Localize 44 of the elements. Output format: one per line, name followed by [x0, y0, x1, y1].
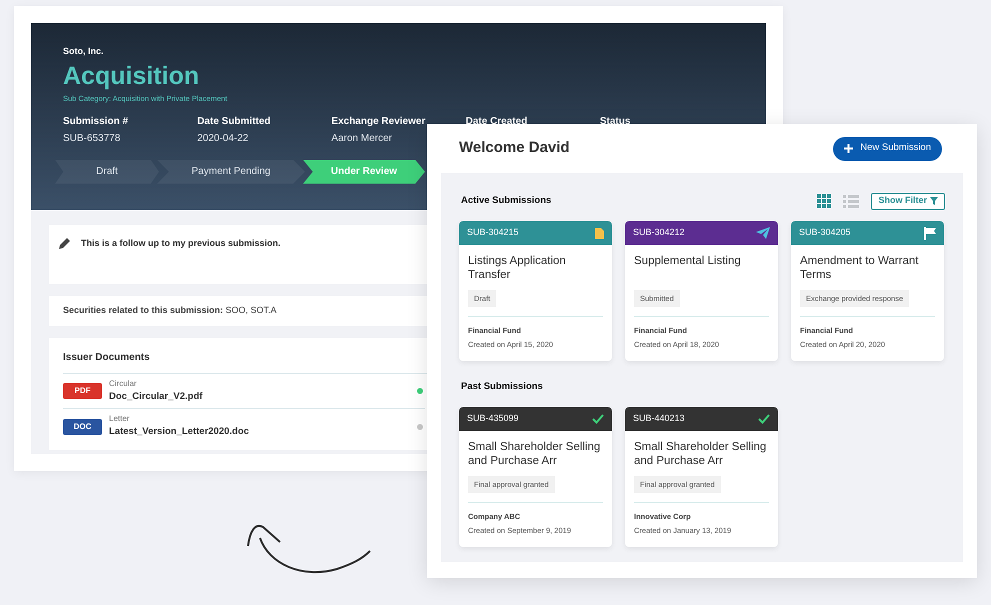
grid-view-icon[interactable] [817, 194, 832, 208]
submission-id: SUB-440213 [633, 412, 685, 426]
field-label: Date Created [466, 114, 528, 129]
check-icon [592, 414, 604, 424]
field-label: Exchange Reviewer [331, 114, 426, 129]
submission-title: Small Shareholder Selling and Purchase Arr [468, 440, 602, 468]
document-link[interactable]: Latest_Version_Letter2020.doc [109, 425, 249, 440]
filter-icon [930, 197, 938, 205]
submission-title: Small Shareholder Selling and Purchase Arr [634, 440, 768, 468]
document-link[interactable]: Doc_Circular_V2.pdf [109, 390, 202, 404]
section-title: Past Submissions [461, 380, 543, 394]
submission-title: Supplemental Listing [634, 254, 742, 269]
submission-title: Listings Application Transfer [468, 254, 567, 282]
submission-title: Amendment to Warrant Terms [800, 254, 920, 282]
new-submission-button[interactable]: New Submission [833, 136, 942, 160]
file-type-badge: PDF [63, 383, 102, 399]
field-value: 2020-04-22 [197, 132, 250, 146]
field-value: Aaron Mercer [331, 132, 393, 146]
securities-text: Securities related to this submission: SOO, SOT.A [63, 304, 277, 318]
document-category: Circular [109, 378, 137, 390]
submission-id: SUB-435099 [467, 412, 519, 426]
check-icon [758, 414, 770, 424]
progress-step[interactable]: Draft [55, 160, 159, 184]
note-text: This is a follow up to my previous submission. [81, 237, 281, 250]
document-category: Letter [109, 413, 130, 426]
page-title: Acquisition [63, 60, 200, 90]
field-label: Date Submitted [197, 114, 272, 129]
file-type-badge: DOC [63, 418, 102, 434]
field-value: SUB-653778 [63, 132, 122, 146]
section-title: Active Submissions [461, 194, 552, 208]
flag-icon [924, 226, 936, 240]
pencil-icon [59, 237, 71, 249]
field-label: Status [600, 114, 632, 129]
field-label: Submission # [63, 114, 130, 129]
show-filter-button[interactable]: Show Filter [871, 192, 945, 210]
welcome-title: Welcome David [459, 138, 570, 158]
plus-icon [844, 144, 854, 153]
company-name: Soto, Inc. [63, 45, 104, 58]
submission-id: SUB-304205 [799, 226, 851, 240]
submission-id: SUB-304215 [467, 226, 519, 240]
document-icon [595, 228, 604, 238]
progress-step[interactable]: Payment Pending [157, 160, 305, 184]
paper-plane-icon [756, 227, 770, 239]
submission-id: SUB-304212 [633, 226, 685, 240]
